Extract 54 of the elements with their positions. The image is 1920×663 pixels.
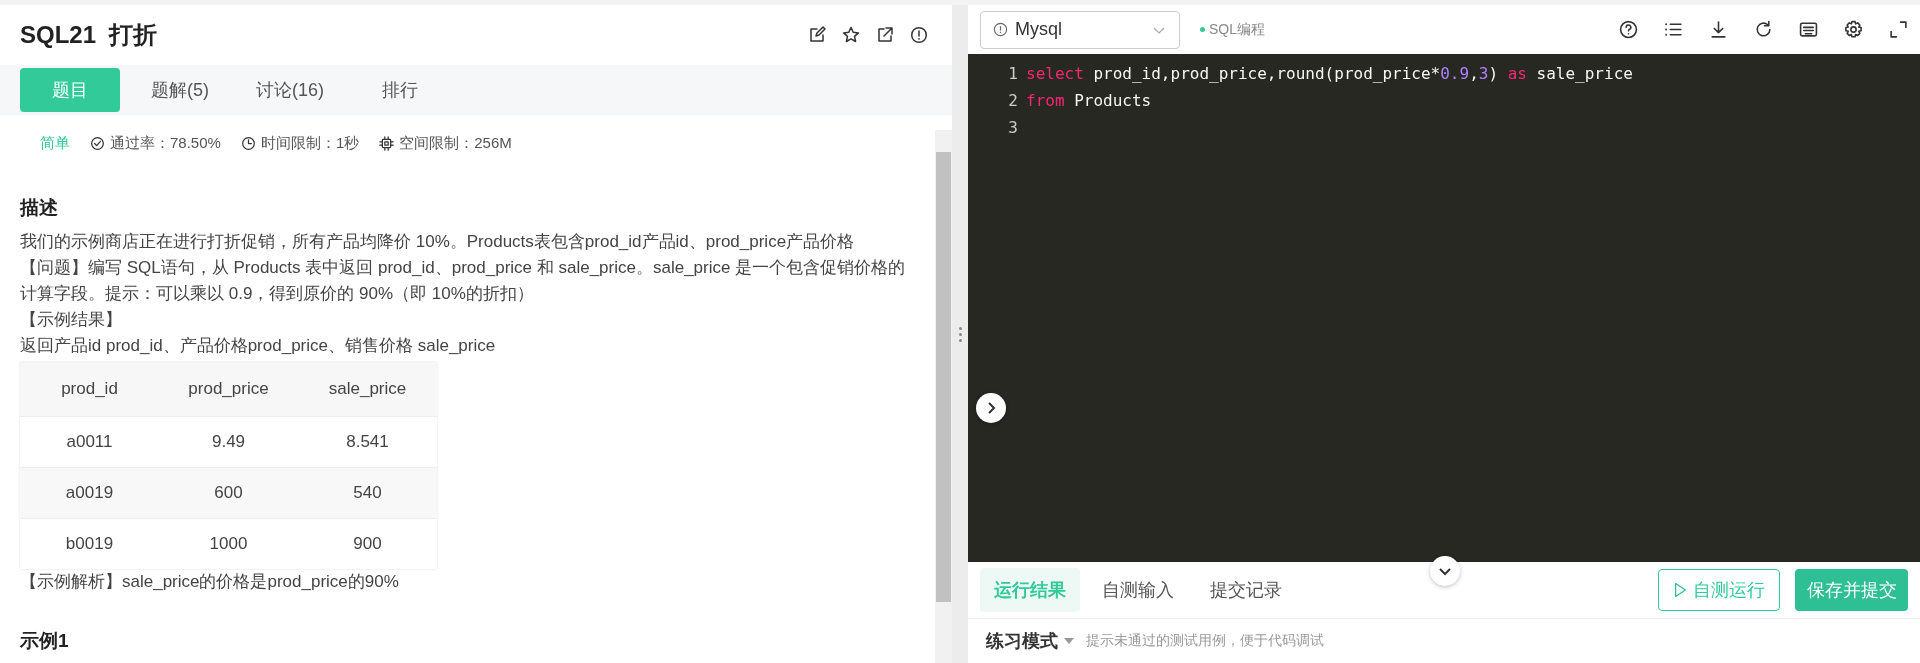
description-text: 【问题】编写 SQL语句，从 Products 表中返回 prod_id、prod_price 和 sale_price。sale_price 是一个包含促销价格的计算字段。提示：可以乘以 0.9，得到原价的 90%（即 10%的折扣） xyxy=(20,257,907,305)
description-text: 我们的示例商店正在进行打折促销，所有产品均降价 10%。Products表包含prod_id产品id、prod_price产品价格 xyxy=(20,231,856,253)
drag-handle-icon[interactable] xyxy=(952,5,968,663)
external-link-icon[interactable] xyxy=(876,26,894,44)
table-cell: a0019 xyxy=(20,467,159,519)
column-header: prod_price xyxy=(159,362,298,417)
code-editor[interactable]: 1 select prod_id,prod_price,round(prod_price*0.9,3) as sale_price 2 from Products 3 xyxy=(968,54,1920,563)
edit-icon[interactable] xyxy=(808,26,826,44)
tab[interactable]: 讨论(16) xyxy=(240,68,340,112)
table-cell: 900 xyxy=(298,518,437,569)
tab[interactable]: 排行 xyxy=(350,68,450,112)
code-line: select prod_id,prod_price,round(prod_price*0.9,3) as sale_price xyxy=(1026,64,1633,84)
collapse-button[interactable] xyxy=(1430,556,1460,586)
section-heading: 描述 xyxy=(20,196,59,220)
line-number: 2 xyxy=(1007,91,1019,111)
star-icon[interactable] xyxy=(842,26,860,44)
scrollbar[interactable] xyxy=(935,130,952,663)
practice-mode-dropdown[interactable]: 练习模式 xyxy=(986,629,1074,654)
mode-label: SQL编程 xyxy=(1200,20,1265,39)
meta-text: 时间限制：1秒 xyxy=(260,133,360,153)
description-text: 【示例解析】sale_price的价格是prod_price的90% xyxy=(20,571,400,593)
clock-icon xyxy=(240,135,256,151)
tab[interactable]: 题解(5) xyxy=(130,68,230,112)
meta-text: 空间限制：256M xyxy=(399,133,512,153)
code-line: from Products xyxy=(1026,91,1152,111)
tab[interactable]: 自测输入 xyxy=(1088,568,1188,613)
difficulty-label: 简单 xyxy=(40,133,70,153)
settings-icon[interactable] xyxy=(1844,20,1863,40)
info-icon[interactable] xyxy=(910,26,928,44)
table-cell: 600 xyxy=(159,467,298,519)
line-number: 3 xyxy=(1007,118,1019,138)
description-text: 【示例结果】 xyxy=(20,309,123,331)
meta-text: 通过率：78.50% xyxy=(110,133,221,153)
description-text: 返回产品id prod_id、产品价格prod_price、销售价格 sale_price xyxy=(20,335,497,357)
column-header: sale_price xyxy=(298,362,437,417)
table-cell: b0019 xyxy=(20,518,159,569)
table-cell: 1000 xyxy=(159,518,298,569)
line-number: 1 xyxy=(1007,64,1019,84)
reload-icon[interactable] xyxy=(1754,20,1773,40)
help-icon[interactable] xyxy=(1619,20,1638,40)
download-icon[interactable] xyxy=(1709,20,1728,40)
problem-title: SQL21 打折 xyxy=(20,20,158,50)
table-cell: 540 xyxy=(298,467,437,519)
check-circle-icon xyxy=(90,135,105,151)
fullscreen-icon[interactable] xyxy=(1889,20,1908,40)
chip-icon xyxy=(379,135,395,151)
keyboard-icon[interactable] xyxy=(1799,20,1818,40)
play-icon xyxy=(1673,581,1687,600)
tab[interactable]: 提交记录 xyxy=(1196,568,1296,613)
info-icon xyxy=(993,22,1008,38)
column-header: prod_id xyxy=(20,362,159,417)
section-heading: 示例1 xyxy=(20,629,70,653)
language-select[interactable]: Mysql xyxy=(980,10,1180,49)
practice-hint: 提示未通过的测试用例，便于代码调试 xyxy=(1086,632,1324,651)
